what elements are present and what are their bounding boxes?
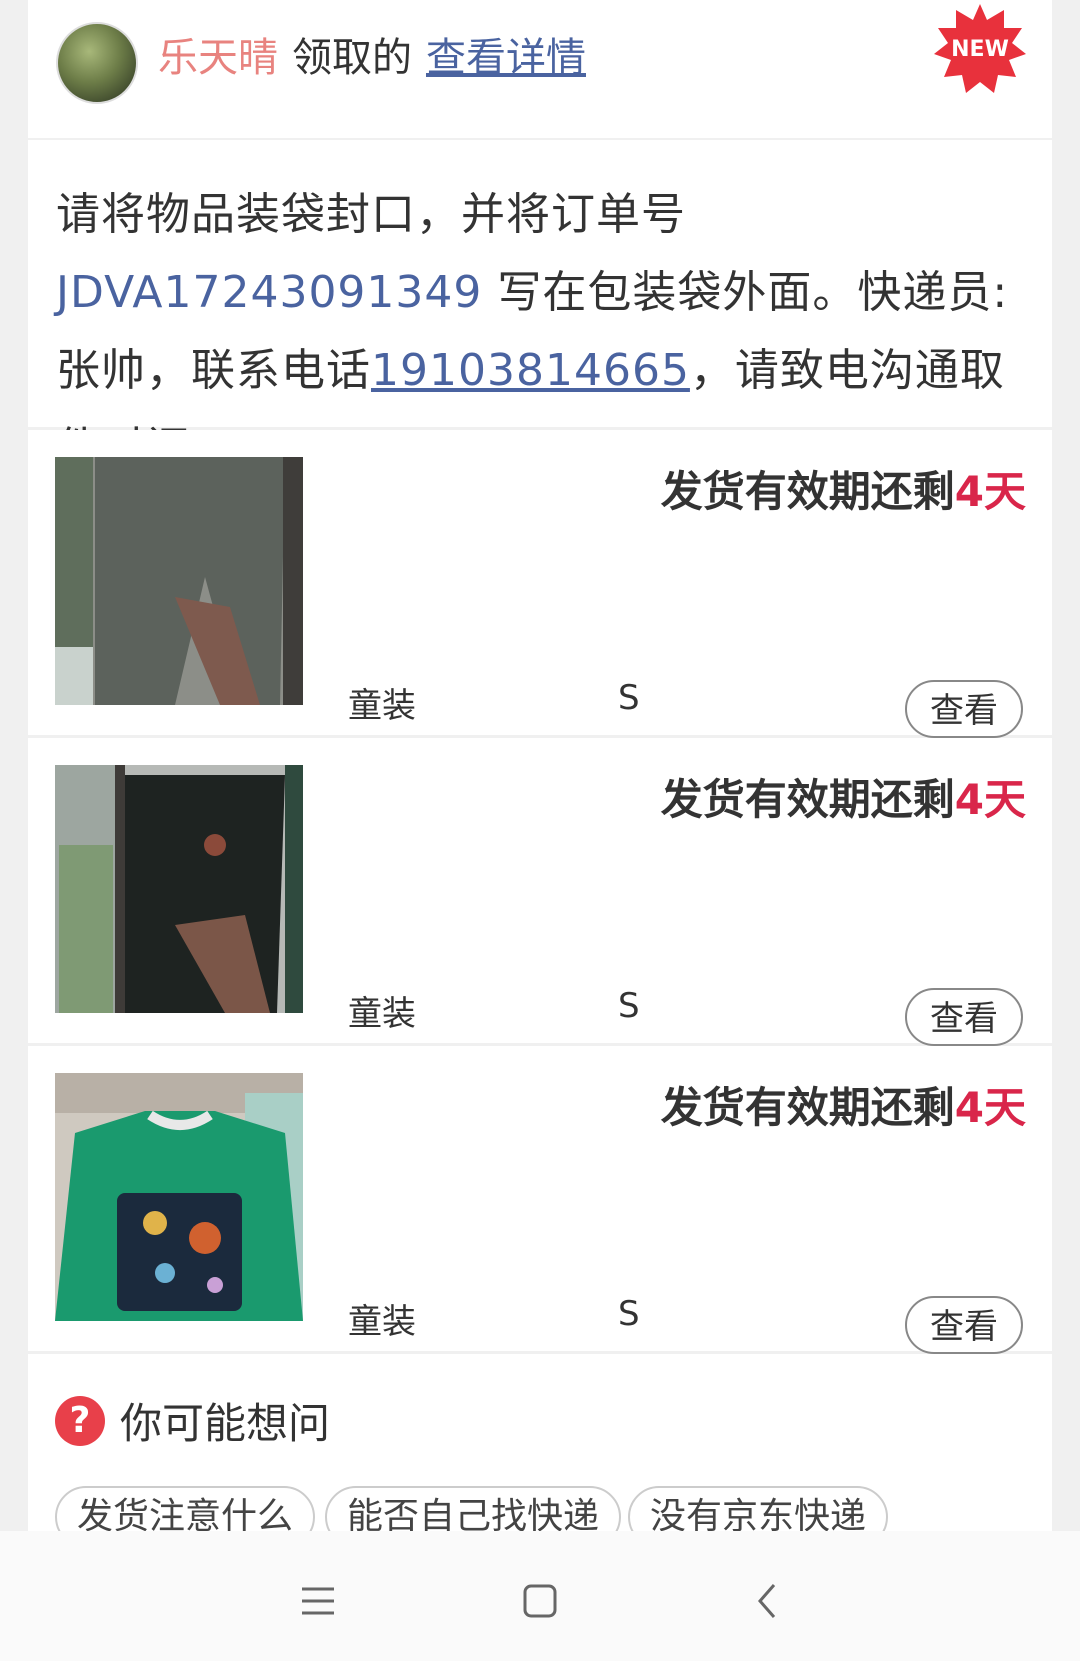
list-item: 发货有效期还剩4天 童装 S 查看 [28,430,1052,738]
view-details-link[interactable]: 查看详情 [426,35,586,81]
days-remaining: 4天 [954,467,1026,516]
avatar[interactable] [56,22,138,104]
order-number[interactable]: JDVA17243091349 [56,267,482,318]
back-icon[interactable] [738,1571,798,1631]
item-category: 童装 [348,994,416,1034]
item-photo[interactable] [55,765,303,1013]
item-size: S [618,678,640,718]
deadline-label: 发货有效期还剩 [660,467,955,516]
courier-phone-link[interactable]: 19103814665 [371,345,690,396]
instruction-part1: 请将物品装袋封口，并将订单号 [56,189,686,240]
item-category: 童装 [348,1302,416,1342]
deadline-label: 发货有效期还剩 [660,775,955,824]
days-remaining: 4天 [954,1083,1026,1132]
item-photo[interactable] [55,1073,303,1321]
deadline-label: 发货有效期还剩 [660,1083,955,1132]
new-label: NEW [951,37,1009,62]
shipping-deadline: 发货有效期还剩4天 [661,1074,1026,1135]
item-size: S [618,1294,640,1334]
new-badge: NEW [932,2,1028,98]
view-button[interactable]: 查看 [905,680,1023,738]
claim-text: 领取的 [292,35,412,81]
home-icon[interactable] [510,1571,570,1631]
claim-info: 乐天晴 领取的 查看详情 [158,28,586,88]
view-button[interactable]: 查看 [905,1296,1023,1354]
question-icon: ? [55,1396,105,1446]
view-button[interactable]: 查看 [905,988,1023,1046]
item-category: 童装 [348,686,416,726]
item-size: S [618,986,640,1026]
shipping-instructions: 请将物品装袋封口，并将订单号 JDVA17243091349 写在包装袋外面。快… [28,140,1052,474]
item-photo[interactable] [55,457,303,705]
claim-header: 乐天晴 领取的 查看详情 NEW [28,0,1052,138]
list-item: 发货有效期还剩4天 童装 S 查看 [28,1046,1052,1354]
list-item: 发货有效期还剩4天 童装 S 查看 [28,738,1052,1046]
user-name[interactable]: 乐天晴 [158,35,278,81]
faq-section: ? 你可能想问 发货注意什么 能否自己找快递 没有京东快递 [28,1354,1052,1548]
days-remaining: 4天 [954,775,1026,824]
menu-icon[interactable] [288,1571,348,1631]
faq-title: 你可能想问 [120,1399,331,1448]
system-nav-bar [0,1531,1080,1661]
shipping-deadline: 发货有效期还剩4天 [661,458,1026,519]
shipping-deadline: 发货有效期还剩4天 [661,766,1026,827]
